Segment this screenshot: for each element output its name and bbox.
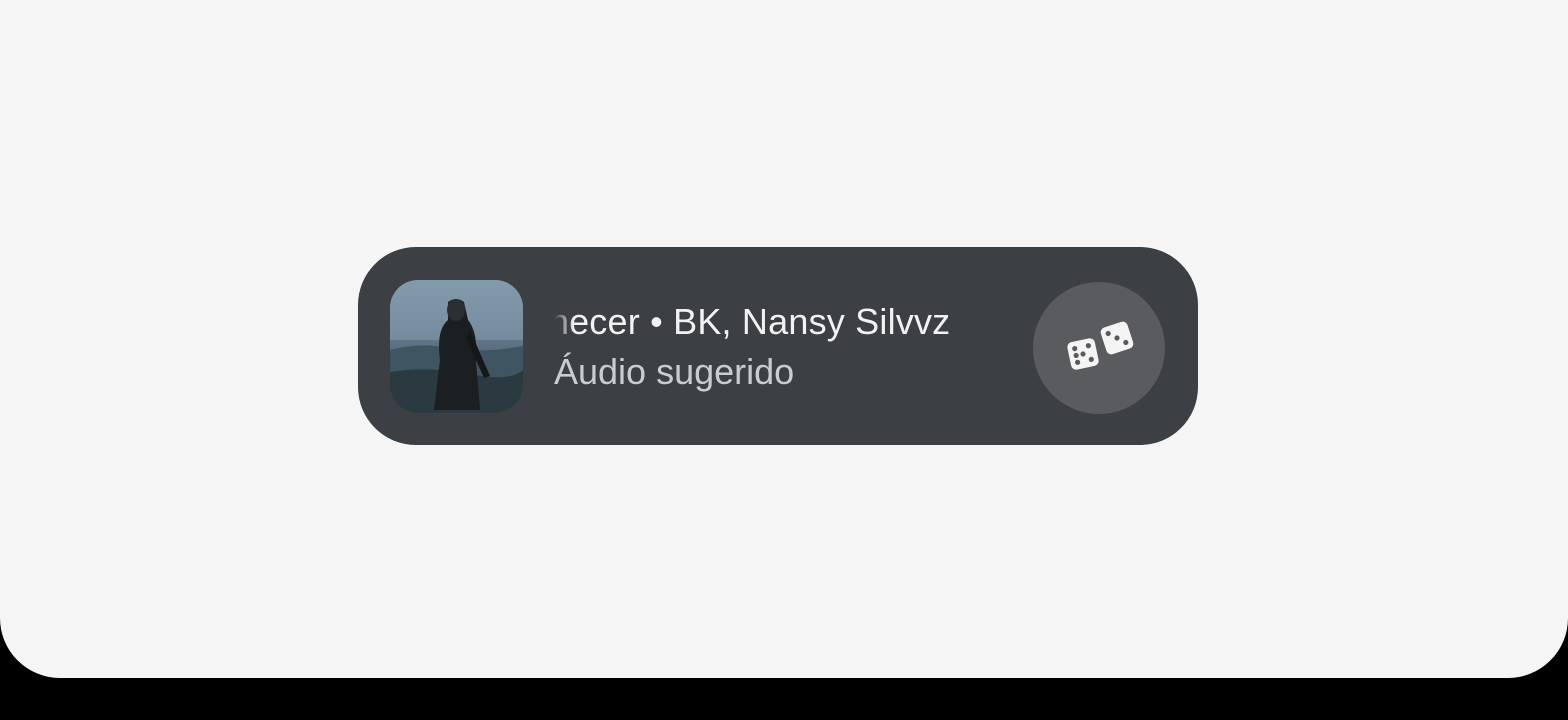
bottom-bar bbox=[0, 678, 1568, 720]
screen: Amanhecer • BK, Nansy Silvvz Áudio suger… bbox=[0, 0, 1568, 678]
audio-title: Amanhecer • BK, Nansy Silvvz bbox=[554, 301, 951, 342]
album-cover-image bbox=[390, 280, 523, 413]
audio-subtitle: Áudio sugerido bbox=[554, 351, 795, 392]
shuffle-audio-button[interactable] bbox=[1033, 282, 1165, 414]
suggested-audio-pill[interactable]: Amanhecer • BK, Nansy Silvvz Áudio suger… bbox=[358, 247, 1198, 445]
audio-text: Amanhecer • BK, Nansy Silvvz Áudio suger… bbox=[554, 299, 994, 399]
dice-icon bbox=[1067, 321, 1134, 370]
audio-title-marquee: Amanhecer • BK, Nansy Silvvz bbox=[554, 299, 994, 349]
album-cover-art bbox=[390, 280, 523, 413]
